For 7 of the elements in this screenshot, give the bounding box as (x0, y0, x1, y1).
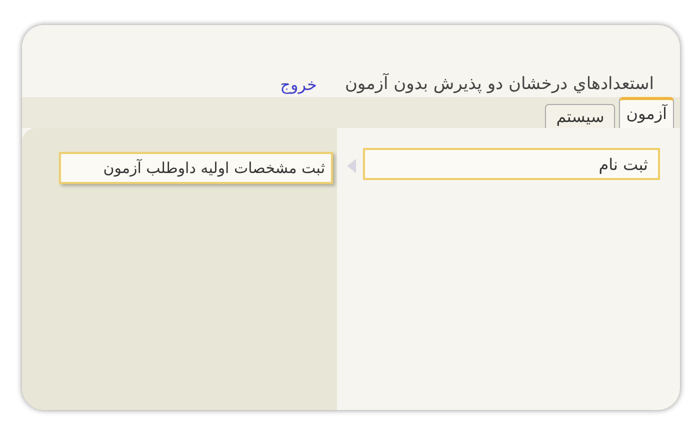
tab[interactable]: آزمون (619, 97, 674, 128)
menu-item[interactable]: ثبت نام (363, 148, 660, 180)
tab[interactable]: سيستم (545, 104, 616, 128)
logout-link[interactable]: خروج (280, 74, 317, 94)
submenu-item[interactable]: ثبت مشخصات اوليه داوطلب آزمون (59, 152, 333, 184)
page-title: استعدادهاي درخشان دو پذيرش بدون آزمون (344, 74, 654, 94)
arrow-icon (345, 158, 357, 174)
